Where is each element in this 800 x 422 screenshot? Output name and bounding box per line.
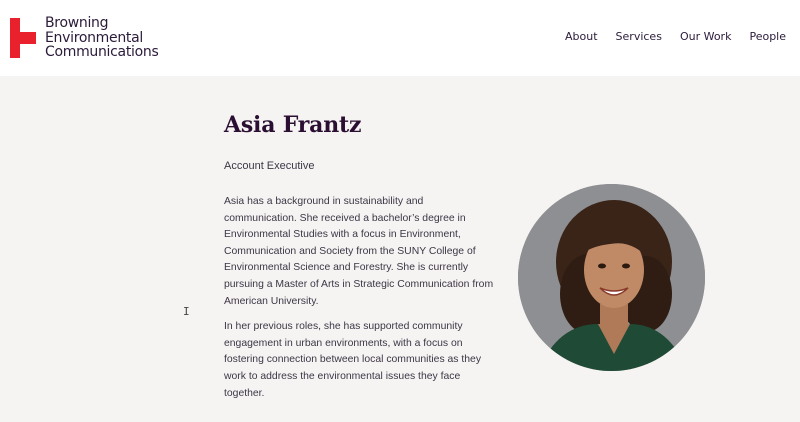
brand-line-2: Environmental [45, 29, 143, 46]
brand-wordmark[interactable]: Browning Environmental Communications [45, 15, 159, 60]
nav-item-services[interactable]: Services [616, 30, 662, 43]
bio-paragraph-1: Asia has a background in sustainability … [224, 196, 494, 307]
profile-role: Account Executive [224, 160, 315, 172]
main-nav: About Services Our Work People [547, 30, 786, 43]
nav-item-about[interactable]: About [565, 30, 598, 43]
nav-item-people[interactable]: People [749, 30, 786, 43]
logo-mark-icon[interactable] [10, 18, 36, 58]
profile-name: Asia Frantz [224, 112, 362, 138]
portrait-image [518, 184, 705, 371]
brand-line-3: Communications [45, 44, 159, 60]
site-header: Browning Environmental Communications Ab… [0, 0, 800, 76]
profile-section: Asia Frantz Account Executive Asia has a… [0, 76, 800, 422]
bio-paragraph-2: In her previous roles, she has supported… [224, 321, 482, 399]
profile-bio: Asia has a background in sustainability … [224, 194, 494, 411]
profile-photo [518, 184, 705, 371]
text-cursor-icon: I [183, 305, 190, 318]
nav-item-our-work[interactable]: Our Work [680, 30, 732, 43]
brand-line-1: Browning [45, 15, 109, 31]
